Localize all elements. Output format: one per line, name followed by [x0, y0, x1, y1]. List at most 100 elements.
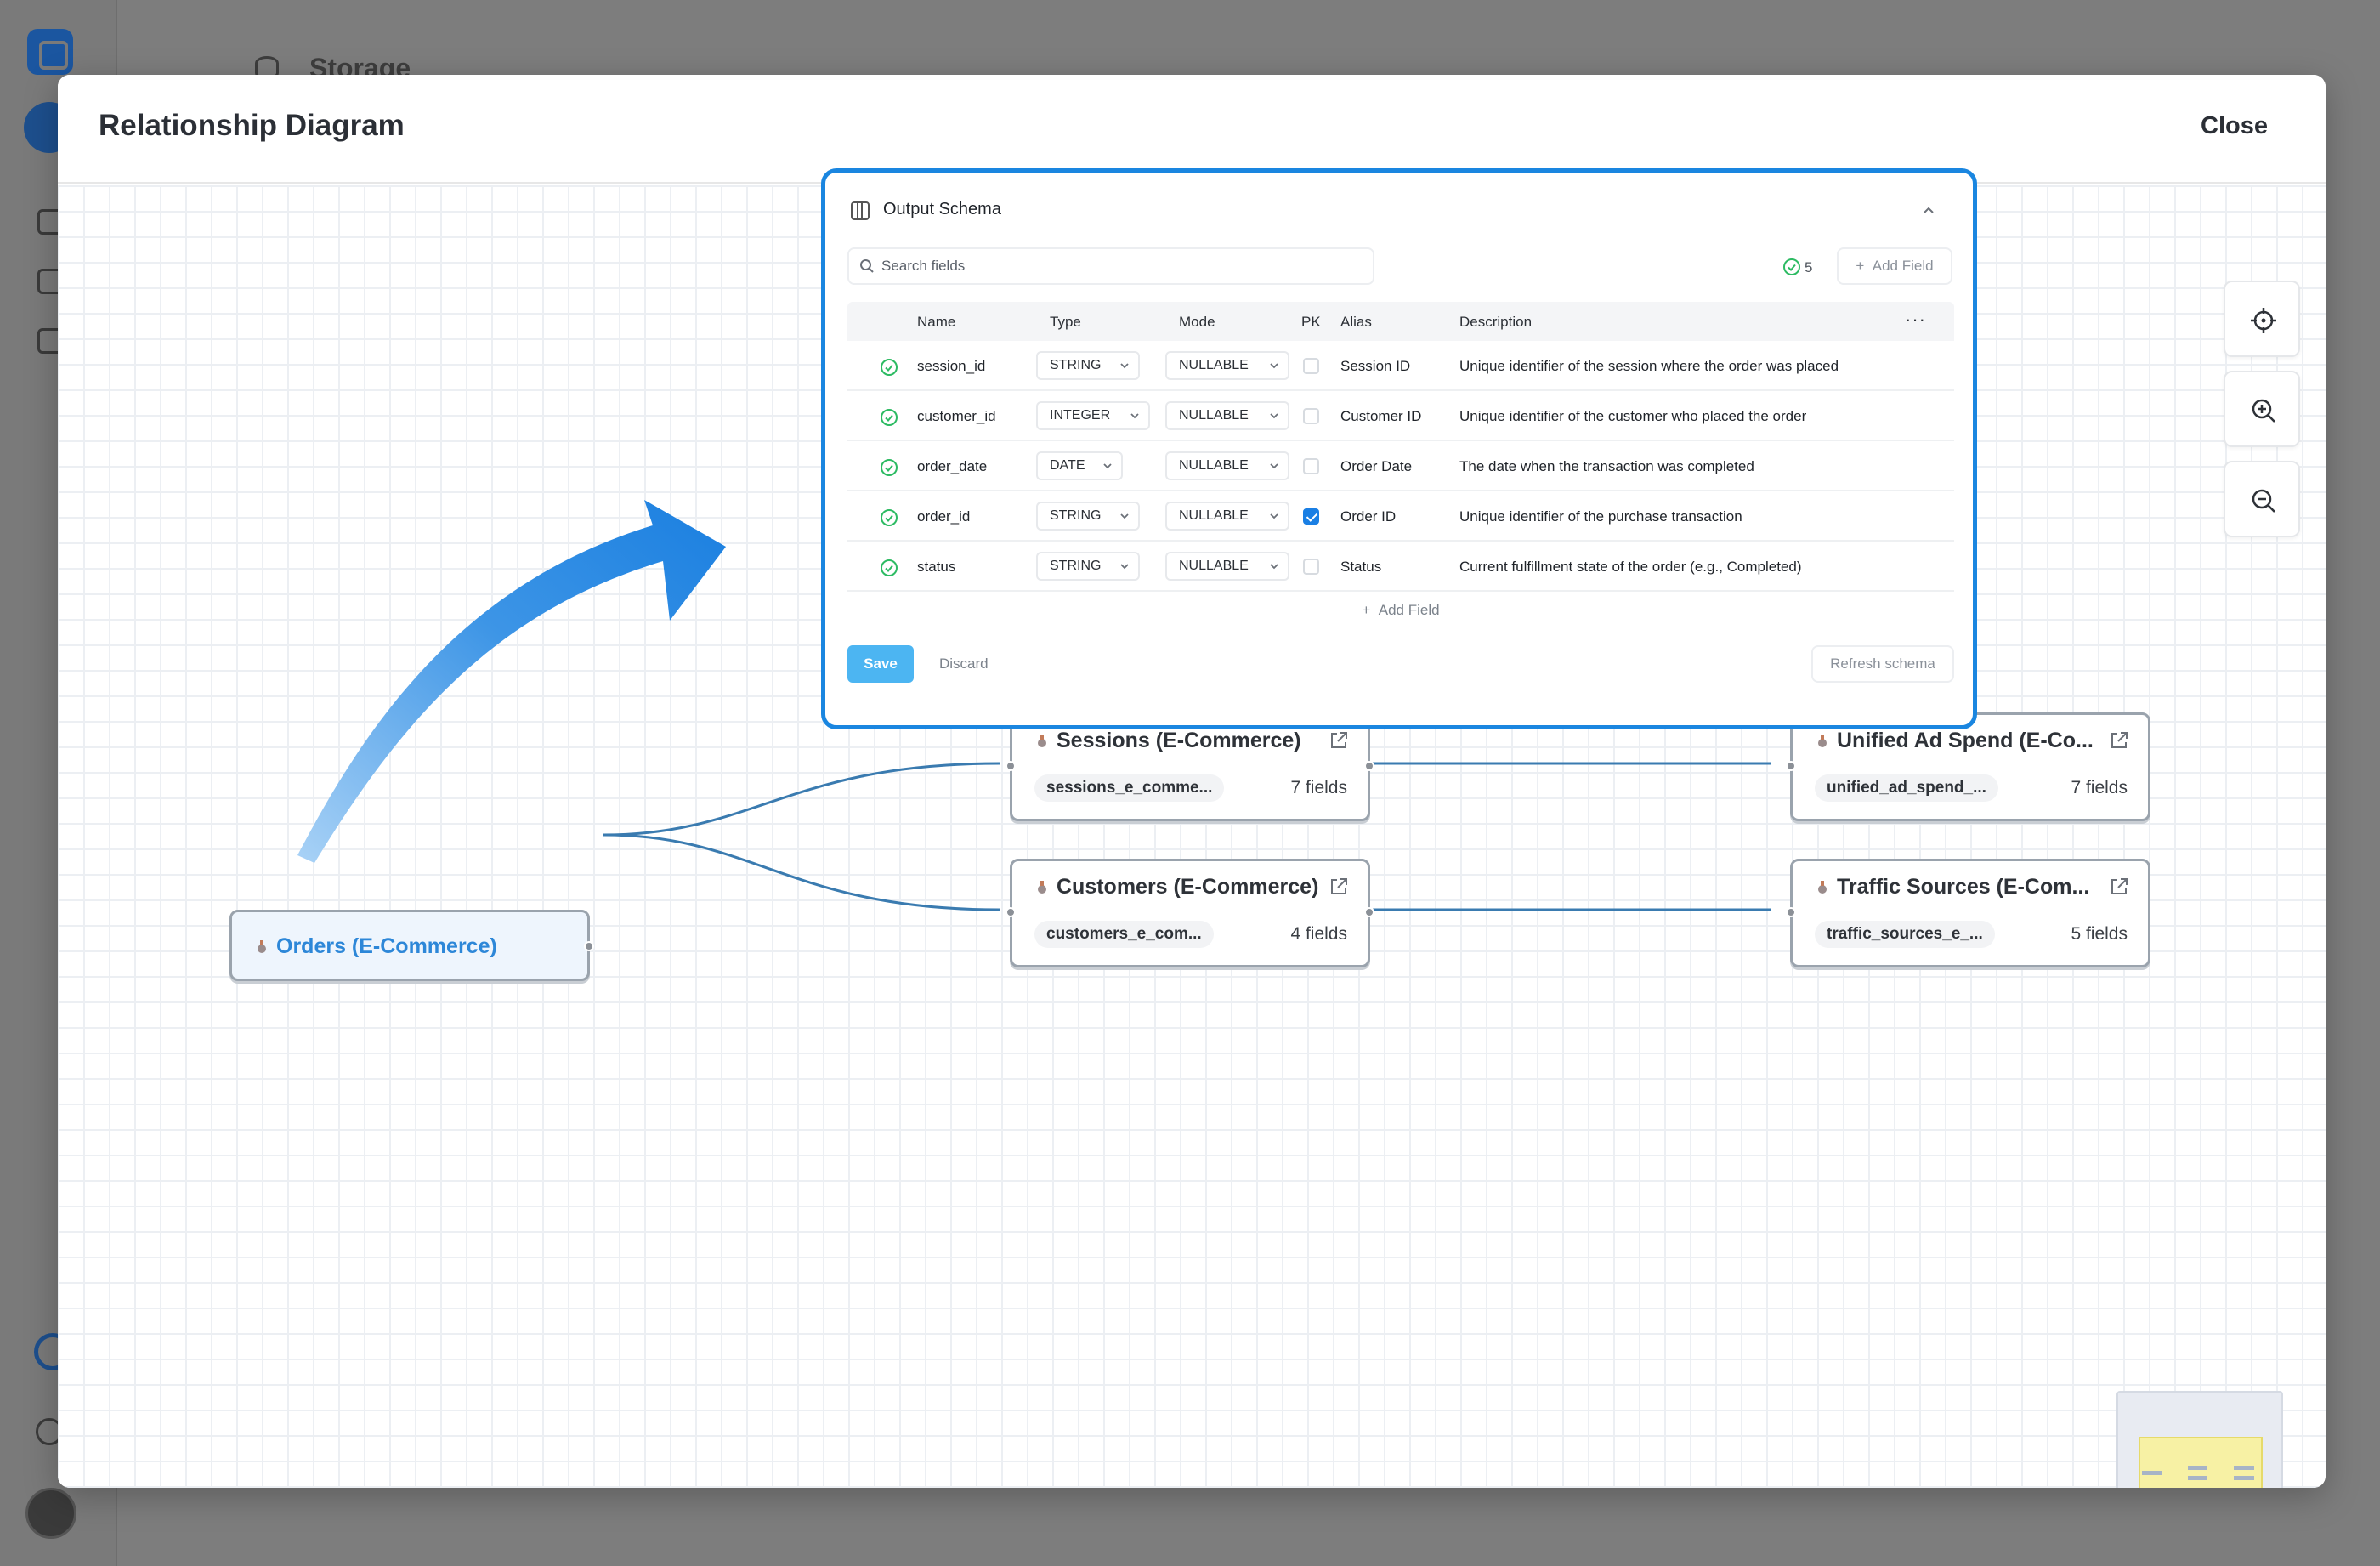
field-name[interactable]: order_date [917, 458, 987, 475]
field-alias[interactable]: Session ID [1340, 358, 1410, 375]
node-handle[interactable] [584, 941, 594, 951]
table-row[interactable]: order_date DATE NULLABLE Order Date The date… [847, 441, 1954, 491]
node-traffic-sources[interactable]: Traffic Sources (E-Com... traffic_source… [1786, 859, 2150, 967]
minimap-node [2234, 1476, 2254, 1480]
node-title: Unified Ad Spend (E-Co... [1816, 729, 2094, 753]
node-customers-title: Customers (E-Commerce) [1057, 875, 1319, 899]
check-circle-icon [881, 559, 898, 576]
save-button[interactable]: Save [847, 645, 914, 683]
search-input[interactable] [881, 254, 1357, 278]
node-field-count: 7 fields [2071, 778, 2128, 797]
mode-value: NULLABLE [1179, 508, 1249, 523]
mode-select[interactable]: NULLABLE [1165, 351, 1289, 380]
check-circle-icon [881, 359, 898, 376]
minimap-viewport[interactable] [2139, 1437, 2263, 1488]
node-table-name: sessions_e_comme... [1034, 774, 1225, 802]
pk-checkbox[interactable] [1303, 358, 1319, 374]
type-select[interactable]: STRING [1036, 351, 1140, 380]
type-select[interactable]: STRING [1036, 552, 1140, 581]
field-description[interactable]: Unique identifier of the purchase transa… [1459, 508, 1742, 525]
type-select[interactable]: STRING [1036, 502, 1140, 531]
external-link-icon[interactable] [1329, 877, 1349, 897]
close-button[interactable]: Close [2201, 112, 2268, 140]
node-table-name: customers_e_com... [1034, 921, 1214, 948]
column-header-type: Type [1050, 314, 1081, 330]
add-field-row-button[interactable]: + Add Field [847, 592, 1954, 629]
app-logo [27, 29, 73, 75]
node-handle[interactable] [1364, 761, 1374, 771]
field-alias[interactable]: Order ID [1340, 508, 1396, 525]
node-title: Traffic Sources (E-Com... [1816, 875, 2089, 899]
mode-select[interactable]: NULLABLE [1165, 502, 1289, 531]
mode-value: NULLABLE [1179, 458, 1249, 473]
node-title: Sessions (E-Commerce) [1036, 729, 1301, 753]
fit-view-button[interactable] [2224, 281, 2300, 357]
type-select[interactable]: DATE [1036, 451, 1123, 480]
field-description[interactable]: The date when the transaction was comple… [1459, 458, 1754, 475]
node-customers[interactable]: Customers (E-Commerce) customers_e_com..… [1006, 859, 1374, 967]
pk-checkbox[interactable] [1303, 508, 1319, 525]
check-circle-icon [881, 409, 898, 426]
check-circle-icon [881, 509, 898, 526]
node-title: Customers (E-Commerce) [1036, 875, 1318, 899]
zoom-in-icon [2252, 399, 2275, 423]
field-name[interactable]: status [917, 559, 955, 576]
field-name[interactable]: order_id [917, 508, 970, 525]
column-header-description: Description [1459, 314, 1533, 330]
field-description[interactable]: Unique identifier of the session where t… [1459, 358, 1839, 375]
pk-checkbox[interactable] [1303, 559, 1319, 575]
node-handle[interactable] [1364, 907, 1374, 917]
table-row[interactable]: session_id STRING NULLABLE Session ID Unique… [847, 341, 1954, 391]
more-options-icon[interactable]: ··· [1905, 309, 1926, 331]
node-table-name: unified_ad_spend_... [1815, 774, 1998, 802]
node-traffic-sources-title: Traffic Sources (E-Com... [1837, 875, 2090, 899]
external-link-icon[interactable] [2109, 877, 2129, 897]
add-field-button[interactable]: + Add Field [1837, 247, 1952, 285]
modal-title: Relationship Diagram [99, 109, 405, 142]
column-header-pk: PK [1301, 314, 1321, 330]
field-name[interactable]: customer_id [917, 408, 996, 425]
type-value: INTEGER [1050, 408, 1111, 423]
external-link-icon[interactable] [1329, 730, 1349, 751]
relationship-diagram-modal: Relationship Diagram Close Orders (E-Com… [58, 75, 2326, 1488]
mode-select[interactable]: NULLABLE [1165, 451, 1289, 480]
add-field-row-label: Add Field [1378, 602, 1440, 618]
table-row[interactable]: status STRING NULLABLE Status Current fulfil… [847, 542, 1954, 592]
zoom-in-button[interactable] [2224, 371, 2300, 447]
minimap-node [2188, 1476, 2207, 1480]
table-row[interactable]: customer_id INTEGER NULLABLE Customer ID Uni… [847, 391, 1954, 441]
type-select[interactable]: INTEGER [1036, 401, 1150, 430]
minimap-node [2142, 1471, 2162, 1475]
mode-value: NULLABLE [1179, 408, 1249, 423]
field-alias[interactable]: Order Date [1340, 458, 1412, 475]
field-alias[interactable]: Status [1340, 559, 1381, 576]
plus-icon: + [1856, 258, 1873, 274]
minimap[interactable] [2116, 1391, 2283, 1488]
field-alias[interactable]: Customer ID [1340, 408, 1421, 425]
pk-checkbox[interactable] [1303, 458, 1319, 474]
external-link-icon[interactable] [2109, 730, 2129, 751]
pin-icon [258, 940, 266, 953]
node-orders[interactable]: Orders (E-Commerce) [230, 910, 594, 981]
search-fields[interactable] [847, 247, 1374, 285]
zoom-out-button[interactable] [2224, 461, 2300, 537]
node-handle[interactable] [1786, 761, 1796, 771]
node-handle[interactable] [1006, 761, 1016, 771]
mode-select[interactable]: NULLABLE [1165, 552, 1289, 581]
mode-select[interactable]: NULLABLE [1165, 401, 1289, 430]
node-handle[interactable] [1006, 907, 1016, 917]
refresh-schema-button[interactable]: Refresh schema [1811, 645, 1954, 683]
table-row[interactable]: order_id STRING NULLABLE Order ID Unique ide… [847, 491, 1954, 542]
field-description[interactable]: Current fulfillment state of the order (… [1459, 559, 1802, 576]
zoom-out-icon [2252, 489, 2275, 513]
field-description[interactable]: Unique identifier of the customer who pl… [1459, 408, 1806, 425]
check-circle-icon [881, 459, 898, 476]
discard-button[interactable]: Discard [939, 655, 989, 672]
node-handle[interactable] [1786, 907, 1796, 917]
column-header-name: Name [917, 314, 956, 330]
user-avatar [26, 1488, 76, 1539]
pk-checkbox[interactable] [1303, 408, 1319, 424]
field-name[interactable]: session_id [917, 358, 985, 375]
chevron-up-icon[interactable] [1922, 205, 1935, 215]
minimap-node [2234, 1466, 2254, 1470]
